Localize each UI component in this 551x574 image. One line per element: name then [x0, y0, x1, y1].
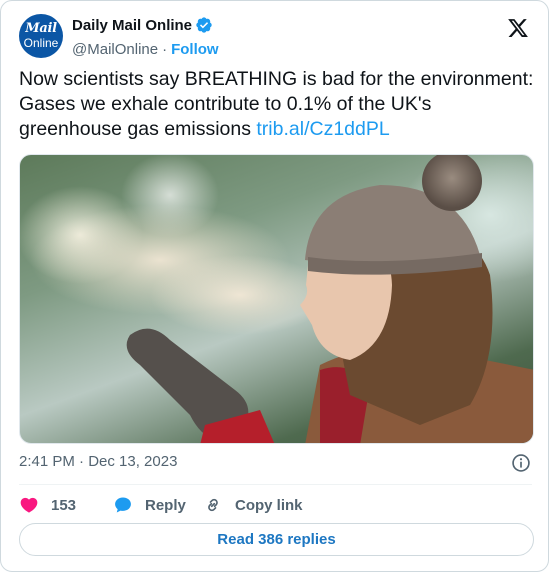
- copy-link-button[interactable]: Copy link: [203, 495, 303, 515]
- reply-button[interactable]: Reply: [113, 495, 203, 515]
- tweet-card: Mail Online Daily Mail Online @MailOnlin…: [0, 0, 549, 572]
- like-count: 153: [51, 496, 77, 514]
- info-icon[interactable]: [511, 453, 531, 473]
- like-button[interactable]: 153: [19, 495, 113, 515]
- tweet-timestamp[interactable]: 2:41 PM · Dec 13, 2023: [19, 453, 177, 470]
- avatar[interactable]: Mail Online: [19, 14, 63, 58]
- avatar-text-line2: Online: [23, 36, 59, 50]
- heart-icon: [20, 497, 38, 513]
- link-icon: [208, 498, 218, 512]
- read-replies-button[interactable]: Read 386 replies: [19, 523, 534, 556]
- separator-dot: ·: [162, 40, 168, 58]
- action-bar: 153 Reply Copy link: [19, 493, 303, 517]
- copy-link-label: Copy link: [235, 496, 303, 514]
- verified-badge-icon: [196, 17, 212, 33]
- tweet-link[interactable]: trib.al/Cz1ddPL: [256, 118, 389, 140]
- author-handle[interactable]: @MailOnline: [72, 41, 158, 58]
- reply-label: Reply: [145, 496, 186, 514]
- photo-illustration: [30, 155, 533, 443]
- follow-button[interactable]: Follow: [171, 41, 219, 58]
- author-names: Daily Mail Online @MailOnline · Follow: [72, 15, 219, 59]
- x-logo-icon[interactable]: [506, 17, 530, 39]
- tweet-header: Mail Online Daily Mail Online @MailOnlin…: [19, 11, 532, 59]
- avatar-text-line1: Mail: [25, 21, 57, 36]
- speech-bubble-icon: [115, 497, 131, 513]
- tweet-text: Now scientists say BREATHING is bad for …: [19, 67, 534, 142]
- divider: [19, 484, 532, 485]
- author-display-name[interactable]: Daily Mail Online: [72, 17, 192, 34]
- tweet-photo[interactable]: [19, 154, 534, 444]
